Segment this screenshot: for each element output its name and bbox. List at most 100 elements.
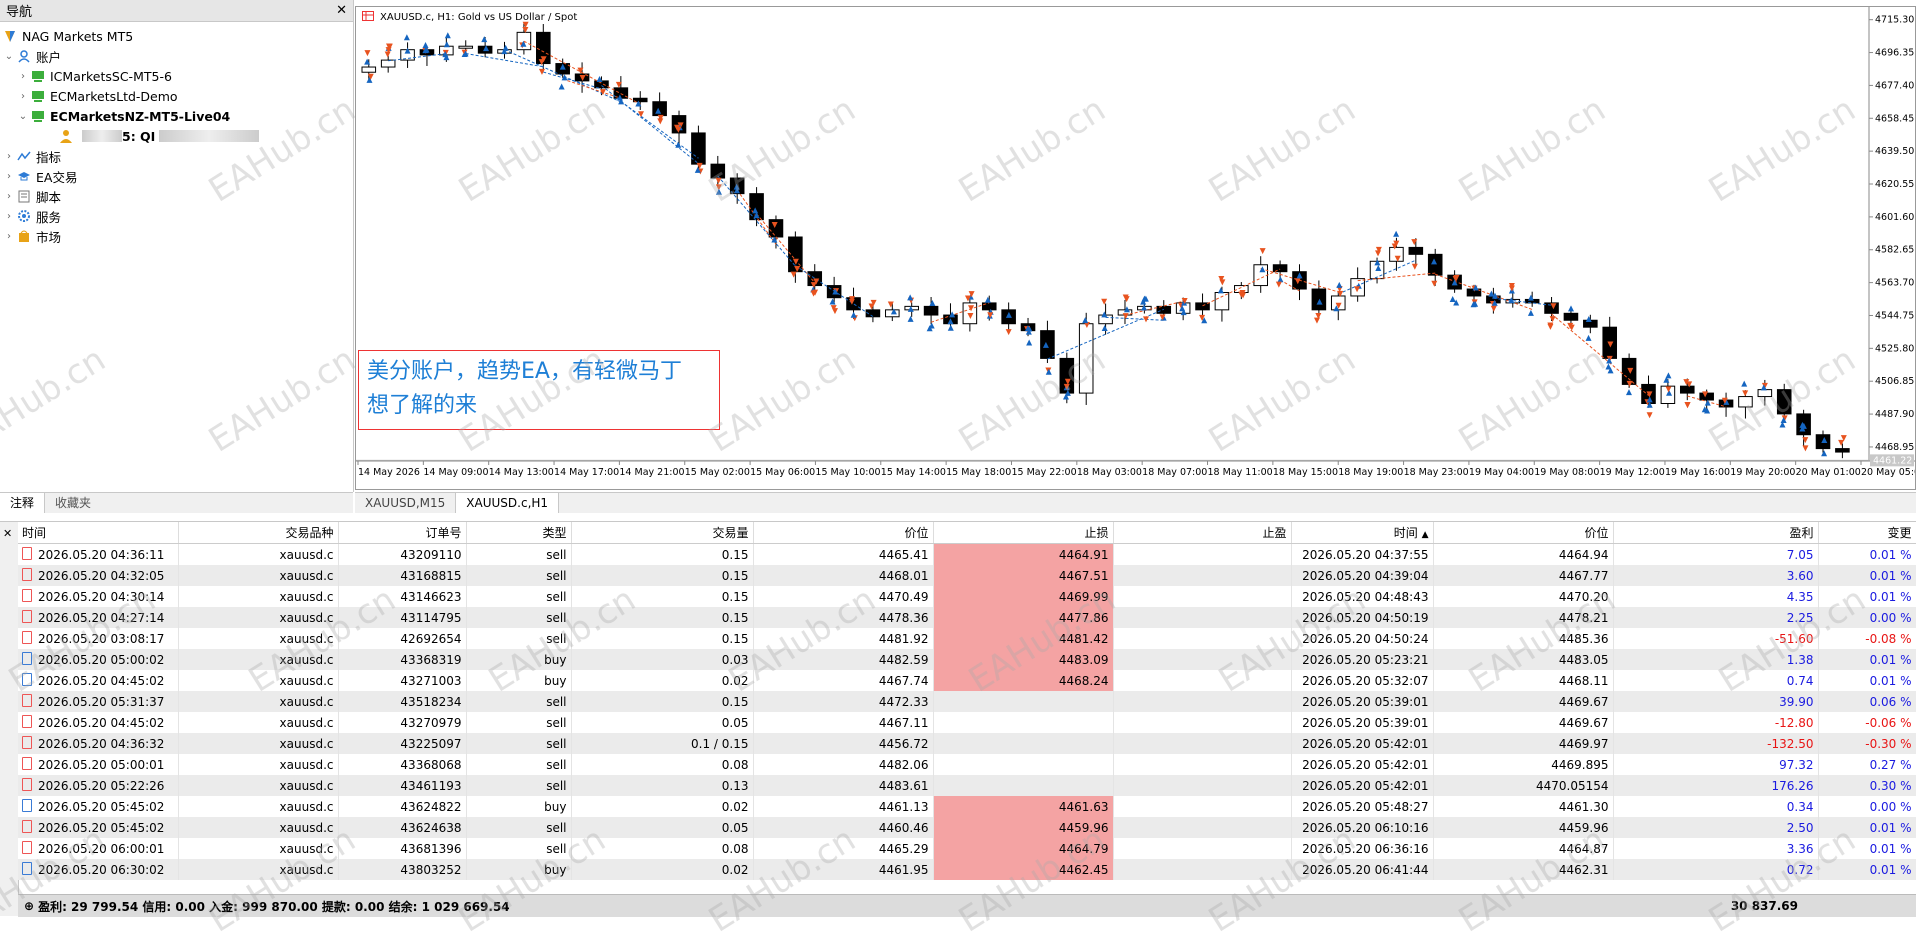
col-symbol[interactable]: 交易品种 [178, 522, 339, 544]
table-row[interactable]: 2026.05.20 04:45:02 xauusd.c 43271003 buy 0.… [18, 670, 1916, 691]
tree-indicators[interactable]: › 指标 [2, 146, 351, 166]
col-sl[interactable]: 止损 [933, 522, 1114, 544]
table-row[interactable]: 2026.05.20 06:30:02 xauusd.c 43803252 buy 0.… [18, 859, 1916, 880]
table-row[interactable]: 2026.05.20 05:22:26 xauusd.c 43461193 sell 0… [18, 775, 1916, 796]
sell-marker [1375, 250, 1382, 257]
close-icon[interactable]: ✕ [3, 527, 12, 540]
table-row[interactable]: 2026.05.20 05:31:37 xauusd.c 43518234 sell 0… [18, 691, 1916, 712]
sell-deal-icon [22, 610, 32, 623]
cell-profit: 1.38 [1613, 649, 1819, 670]
cell-symbol: xauusd.c [178, 817, 339, 838]
tree-root[interactable]: NAG Markets MT5 [2, 26, 351, 46]
col-type[interactable]: 类型 [466, 522, 572, 544]
x-tick-label: 15 May 14:00 [881, 467, 946, 478]
table-row[interactable]: 2026.05.20 03:08:17 xauusd.c 42692654 sell 0… [18, 628, 1916, 649]
table-row[interactable]: 2026.05.20 04:36:32 xauusd.c 43225097 sell 0… [18, 733, 1916, 754]
chart-title-text: XAUUSD.c, H1: Gold vs US Dollar / Spot [380, 12, 578, 23]
cell-close-time: 2026.05.20 06:41:44 [1291, 859, 1434, 880]
col-volume[interactable]: 交易量 [571, 522, 754, 544]
col-price[interactable]: 价位 [753, 522, 934, 544]
table-row[interactable]: 2026.05.20 04:27:14 xauusd.c 43114795 sell 0… [18, 607, 1916, 628]
cell-close-time: 2026.05.20 04:39:04 [1291, 565, 1434, 586]
server-label: ECMarketsNZ-MT5-Live04 [50, 108, 231, 124]
col-close-time[interactable]: 时间 ▲ [1291, 522, 1434, 544]
tree-market[interactable]: › 市场 [2, 226, 351, 246]
close-icon[interactable]: ✕ [336, 3, 347, 18]
table-row[interactable]: 2026.05.20 04:30:14 xauusd.c 43146623 sell 0… [18, 586, 1916, 607]
chevron-right-icon[interactable]: › [2, 171, 16, 182]
cell-close-price: 4470.05154 [1433, 775, 1614, 796]
expand-icon[interactable]: ⊕ [24, 899, 34, 913]
buy-marker [1277, 276, 1284, 283]
chart-title: XAUUSD.c, H1: Gold vs US Dollar / Spot [362, 11, 577, 24]
cell-volume: 0.15 [571, 565, 754, 586]
table-row[interactable]: 2026.05.20 05:00:01 xauusd.c 43368068 sell 0… [18, 754, 1916, 775]
cell-ticket: 43114795 [338, 607, 467, 628]
table-row[interactable]: 2026.05.20 06:00:01 xauusd.c 43681396 sell 0… [18, 838, 1916, 859]
chevron-right-icon[interactable]: › [16, 91, 30, 102]
tree-accounts[interactable]: ⌄ 账户 [2, 46, 351, 66]
table-row[interactable]: 2026.05.20 05:45:02 xauusd.c 43624822 buy 0.… [18, 796, 1916, 817]
cell-price: 4456.72 [753, 733, 934, 754]
table-row[interactable]: 2026.05.20 04:45:02 xauusd.c 43270979 sell 0… [18, 712, 1916, 733]
trade-line [1551, 313, 1649, 396]
tree-account-login[interactable]: 5: QI [2, 126, 351, 146]
col-close-price[interactable]: 价位 [1433, 522, 1614, 544]
chevron-down-icon[interactable]: ⌄ [2, 51, 16, 62]
table-row[interactable]: 2026.05.20 05:45:02 xauusd.c 43624638 sell 0… [18, 817, 1916, 838]
col-open-time[interactable]: 时间 [18, 522, 179, 544]
cell-symbol: xauusd.c [178, 691, 339, 712]
y-tick-label: 4582.65 [1875, 245, 1914, 256]
sell-deal-icon [22, 568, 32, 581]
chevron-down-icon[interactable]: ⌄ [16, 111, 30, 122]
cell-close-price: 4462.31 [1433, 859, 1614, 880]
trade-line [543, 71, 602, 90]
buy-marker [1567, 305, 1574, 312]
buy-marker [403, 34, 410, 41]
cell-volume: 0.08 [571, 754, 754, 775]
tree-scripts[interactable]: › 脚本 [2, 186, 351, 206]
tab-comments[interactable]: 注释 [0, 493, 46, 513]
col-profit[interactable]: 盈利 [1613, 522, 1819, 544]
tree-server-3[interactable]: ⌄ ECMarketsNZ-MT5-Live04 [2, 106, 351, 126]
tree-services[interactable]: › 服务 [2, 206, 351, 226]
navigator-tree: NAG Markets MT5 ⌄ 账户 › ICMarketsSC-MT5-6… [0, 22, 353, 250]
table-row[interactable]: 2026.05.20 05:00:02 xauusd.c 43368319 buy 0.… [18, 649, 1916, 670]
cell-symbol: xauusd.c [178, 565, 339, 586]
cell-sl: 4468.24 [933, 670, 1114, 691]
col-ticket[interactable]: 订单号 [338, 522, 467, 544]
table-row[interactable]: 2026.05.20 04:36:11 xauusd.c 43209110 sell 0… [18, 543, 1916, 565]
x-tick-label: 14 May 09:00 [423, 467, 488, 478]
cell-close-time: 2026.05.20 05:48:27 [1291, 796, 1434, 817]
buy-deal-icon [22, 652, 32, 665]
col-change[interactable]: 变更 [1818, 522, 1916, 544]
tree-server-1[interactable]: › ICMarketsSC-MT5-6 [2, 66, 351, 86]
x-tick-label: 19 May 04:00 [1469, 467, 1534, 478]
cell-symbol: xauusd.c [178, 649, 339, 670]
sell-marker [1313, 317, 1320, 324]
trade-line [1202, 268, 1281, 307]
chevron-right-icon[interactable]: › [2, 191, 16, 202]
tab-chart-h1[interactable]: XAUUSD.c,H1 [456, 493, 560, 513]
graduation-cap-icon [16, 168, 32, 184]
tab-chart-m15[interactable]: XAUUSD,M15 [355, 493, 457, 513]
cell-tp [1113, 754, 1292, 775]
cell-close-price: 4483.05 [1433, 649, 1614, 670]
table-row[interactable]: 2026.05.20 04:32:05 xauusd.c 43168815 sell 0… [18, 565, 1916, 586]
cell-close-price: 4459.96 [1433, 817, 1614, 838]
chevron-right-icon[interactable]: › [2, 231, 16, 242]
cell-open-time-text: 2026.05.20 05:45:02 [38, 800, 165, 814]
cell-change: 0.00 % [1818, 796, 1916, 817]
script-icon [16, 188, 32, 204]
sell-marker [1219, 279, 1226, 286]
chevron-right-icon[interactable]: › [2, 211, 16, 222]
cell-open-time-text: 2026.05.20 05:00:02 [38, 653, 165, 667]
col-tp[interactable]: 止盈 [1113, 522, 1292, 544]
tree-experts[interactable]: › EA交易 [2, 166, 351, 186]
cell-volume: 0.15 [571, 543, 754, 565]
chevron-right-icon[interactable]: › [2, 151, 16, 162]
tree-server-2[interactable]: › ECMarketsLtd-Demo [2, 86, 351, 106]
chevron-right-icon[interactable]: › [16, 71, 30, 82]
cell-open-time: 2026.05.20 05:00:02 [18, 649, 179, 670]
tab-favorites[interactable]: 收藏夹 [45, 493, 101, 513]
